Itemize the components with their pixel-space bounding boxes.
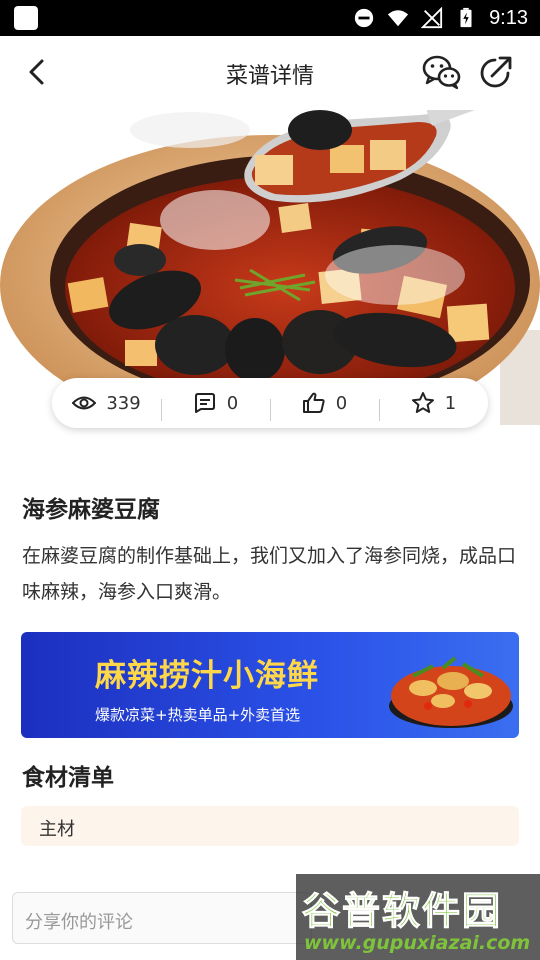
promo-banner[interactable]: 麻辣捞汁小海鲜 爆款凉菜+热卖单品+外卖首选 bbox=[21, 632, 519, 738]
wechat-share-icon[interactable] bbox=[422, 54, 462, 90]
watermark-name: 谷普软件园 bbox=[301, 889, 503, 934]
likes-count: 0 bbox=[335, 392, 348, 414]
watermark-url: www.gupuxiazai.com bbox=[304, 932, 531, 954]
recipe-name: 海参麻婆豆腐 bbox=[22, 497, 160, 523]
star-icon bbox=[411, 392, 434, 413]
battery-charging-icon bbox=[460, 7, 472, 28]
views-count: 339 bbox=[106, 392, 141, 414]
ingredients-title: 食材清单 bbox=[22, 765, 114, 791]
status-bar: 9:13 bbox=[0, 0, 540, 36]
top-nav-bar: 菜谱详情 bbox=[0, 36, 540, 110]
comments-stat[interactable]: 0 bbox=[161, 391, 270, 421]
no-signal-icon bbox=[421, 7, 443, 29]
status-time: 9:13 bbox=[489, 6, 528, 29]
watermark-logo: 谷普软件园 www.gupuxiazai.com bbox=[296, 874, 540, 960]
eye-icon bbox=[72, 396, 97, 410]
views-stat: 339 bbox=[52, 391, 161, 415]
main-ingredients-label: 主材 bbox=[39, 819, 75, 840]
favorites-count: 1 bbox=[444, 392, 457, 414]
app-notification-icon bbox=[14, 6, 38, 30]
banner-dish-image bbox=[389, 656, 513, 728]
banner-title: 麻辣捞汁小海鲜 bbox=[95, 658, 319, 694]
thumbs-up-icon bbox=[302, 392, 325, 413]
recipe-description: 在麻婆豆腐的制作基础上，我们又加入了海参同烧，成品口味麻辣，海参入口爽滑。 bbox=[22, 545, 517, 603]
banner-subtitle: 爆款凉菜+热卖单品+外卖首选 bbox=[95, 706, 301, 724]
comment-placeholder: 分享你的评论 bbox=[25, 912, 133, 933]
do-not-disturb-icon bbox=[354, 8, 374, 28]
main-ingredients-header: 主材 bbox=[21, 806, 519, 846]
share-external-icon[interactable] bbox=[478, 54, 514, 90]
comment-input[interactable]: 分享你的评论 bbox=[12, 892, 312, 944]
wifi-icon bbox=[387, 10, 409, 27]
favorites-stat[interactable]: 1 bbox=[379, 391, 488, 421]
likes-stat[interactable]: 0 bbox=[270, 391, 379, 421]
recipe-stats-bar: 339 0 0 1 bbox=[52, 378, 488, 428]
comments-count: 0 bbox=[226, 392, 239, 414]
comment-icon bbox=[194, 393, 215, 413]
